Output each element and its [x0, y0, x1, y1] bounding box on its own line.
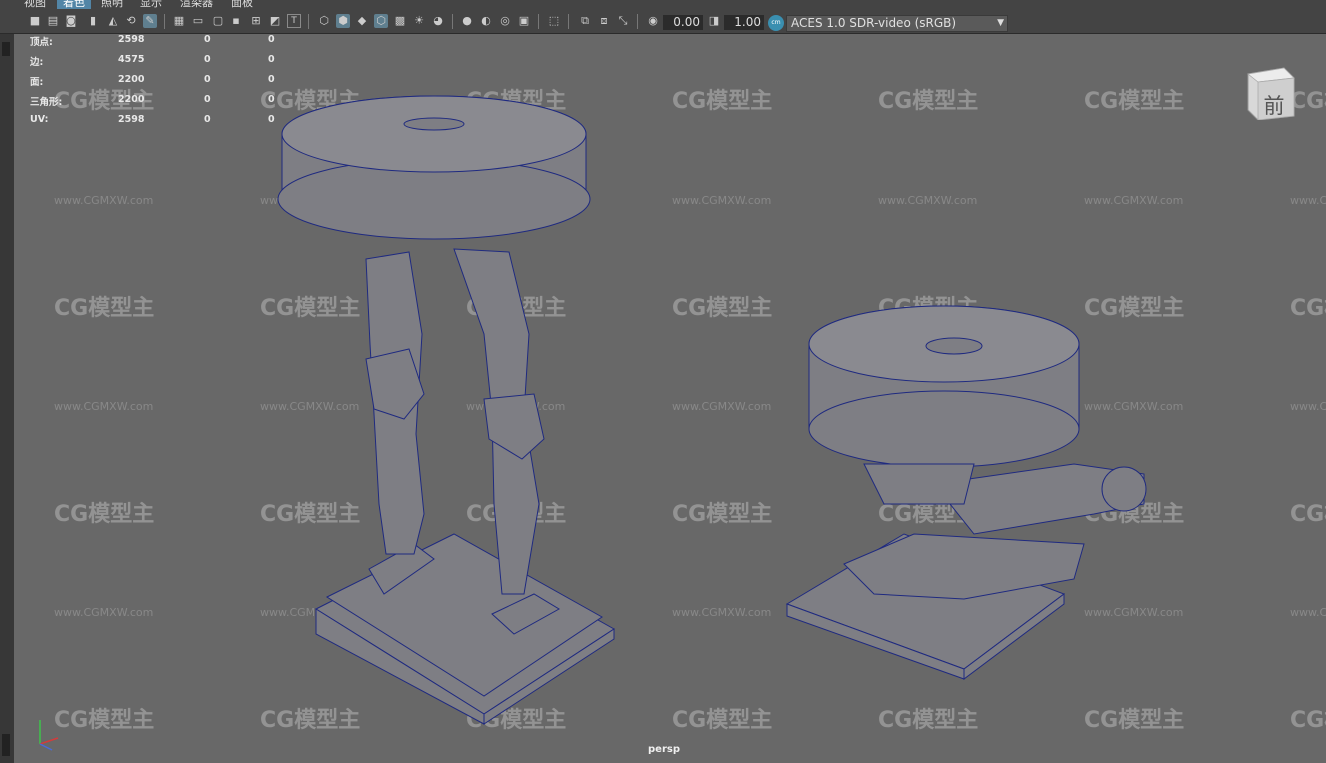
toolbar-divider: [568, 14, 569, 29]
screen-space-ao-icon[interactable]: ●: [460, 14, 474, 28]
gamma-icon[interactable]: ◨: [707, 14, 721, 28]
wireframe-on-shaded-icon[interactable]: ⬡: [374, 14, 388, 28]
chevron-down-icon: ▼: [997, 18, 1004, 28]
hud-row: UV: 2598 0 0: [30, 114, 300, 126]
gate-mask-icon[interactable]: ▪: [229, 14, 243, 28]
hud-label: UV:: [30, 114, 49, 125]
hud-value-selected: 0: [204, 94, 211, 105]
hud-value-triangles: 0: [268, 34, 275, 45]
hud-row: 顶点: 2598 0 0: [30, 34, 300, 48]
hud-value-triangles: 0: [268, 54, 275, 65]
hud-value-triangles: 0: [268, 74, 275, 85]
color-space-dropdown[interactable]: ACES 1.0 SDR-video (sRGB) ▼: [786, 15, 1008, 32]
grid-icon[interactable]: ▦: [172, 14, 186, 28]
image-plane-icon[interactable]: ◭: [106, 14, 120, 28]
scene-models: [277, 95, 1147, 725]
hud-value-total: 2200: [118, 94, 145, 105]
axis-gizmo: [39, 720, 59, 751]
panel-resize-handle[interactable]: [2, 42, 10, 56]
camera-name-label: persp: [648, 744, 680, 755]
textured-icon[interactable]: ▩: [393, 14, 407, 28]
menu-lighting[interactable]: 照明: [101, 0, 123, 9]
resolution-gate-icon[interactable]: ▢: [211, 14, 225, 28]
hud-value-triangles: 0: [268, 114, 275, 125]
hud-value-selected: 0: [204, 54, 211, 65]
safe-title-icon[interactable]: T: [287, 14, 301, 28]
multisample-aa-icon[interactable]: ◎: [498, 14, 512, 28]
hud-value-total: 4575: [118, 54, 145, 65]
3d-viewport[interactable]: CG模型主CG模型主CG模型主CG模型主CG模型主CG模型主CG模型主CG模型主…: [14, 34, 1326, 763]
panel-resize-handle[interactable]: [2, 734, 10, 756]
hud-label: 三角形:: [30, 97, 63, 108]
menu-bar: 视图 着色 照明 显示 渲染器 面板: [0, 0, 1326, 9]
film-gate-icon[interactable]: ▭: [191, 14, 205, 28]
gamma-input[interactable]: 1.00: [724, 15, 764, 30]
xray-icon[interactable]: ⧉: [578, 14, 592, 28]
use-all-lights-icon[interactable]: ☀: [412, 14, 426, 28]
toolbar-divider: [452, 14, 453, 29]
model-right-pedestal: [785, 305, 1147, 680]
exposure-input[interactable]: 0.00: [663, 15, 703, 30]
hud-row: 三角形: 2200 0 0: [30, 94, 300, 108]
xray-joints-icon[interactable]: ⧈: [597, 14, 611, 28]
isolate-select-icon[interactable]: ⬚: [547, 14, 561, 28]
smooth-shade-icon[interactable]: ⬢: [336, 14, 350, 28]
hud-value-selected: 0: [204, 34, 211, 45]
shadows-icon[interactable]: ◕: [431, 14, 445, 28]
menu-renderer[interactable]: 渲染器: [180, 0, 213, 9]
depth-of-field-icon[interactable]: ▣: [517, 14, 531, 28]
hud-row: 面: 2200 0 0: [30, 74, 300, 88]
toolbar-divider: [538, 14, 539, 29]
bookmark-icon[interactable]: ▮: [86, 14, 100, 28]
model-left-pedestal: [277, 95, 615, 725]
camera-attributes-icon[interactable]: ▤: [46, 14, 60, 28]
field-chart-icon[interactable]: ⊞: [249, 14, 263, 28]
motion-blur-icon[interactable]: ◐: [479, 14, 493, 28]
camera-select-icon[interactable]: ■: [28, 14, 42, 28]
toolbar-divider: [637, 14, 638, 29]
view-cube-face-label: 前: [1263, 94, 1285, 118]
color-space-value: ACES 1.0 SDR-video (sRGB): [791, 16, 957, 30]
wireframe-icon[interactable]: ⬡: [317, 14, 331, 28]
panel-toolbar: ■ ▤ ◙ ▮ ◭ ⟲ ✎ ▦ ▭ ▢ ▪ ⊞ ◩ T ⬡ ⬢ ◆ ⬡ ▩ ☀ …: [0, 9, 1326, 34]
hud-value-total: 2598: [118, 34, 145, 45]
hud-value-selected: 0: [204, 74, 211, 85]
hud-value-selected: 0: [204, 114, 211, 125]
toolbar-divider: [308, 14, 309, 29]
hud-label: 顶点:: [30, 37, 53, 48]
grease-pencil-icon[interactable]: ✎: [143, 14, 157, 28]
default-material-icon[interactable]: ◆: [355, 14, 369, 28]
hud-value-triangles: 0: [268, 94, 275, 105]
toolbar-divider: [164, 14, 165, 29]
menu-shading[interactable]: 着色: [57, 0, 91, 9]
hud-row: 边: 4575 0 0: [30, 54, 300, 68]
color-management-icon[interactable]: cm: [768, 15, 784, 31]
hud-label: 边:: [30, 57, 44, 68]
safe-action-icon[interactable]: ◩: [268, 14, 282, 28]
hud-value-total: 2200: [118, 74, 145, 85]
bookmarks-icon[interactable]: ◙: [64, 14, 78, 28]
menu-view[interactable]: 视图: [24, 0, 46, 9]
exposure-icon[interactable]: ◉: [646, 14, 660, 28]
left-panel-edge: [0, 34, 14, 763]
hud-value-total: 2598: [118, 114, 145, 125]
xray-components-icon[interactable]: ⤡: [616, 14, 630, 28]
menu-panels[interactable]: 面板: [231, 0, 253, 9]
hud-label: 面:: [30, 77, 44, 88]
menu-show[interactable]: 显示: [140, 0, 162, 9]
2d-pan-zoom-icon[interactable]: ⟲: [124, 14, 138, 28]
